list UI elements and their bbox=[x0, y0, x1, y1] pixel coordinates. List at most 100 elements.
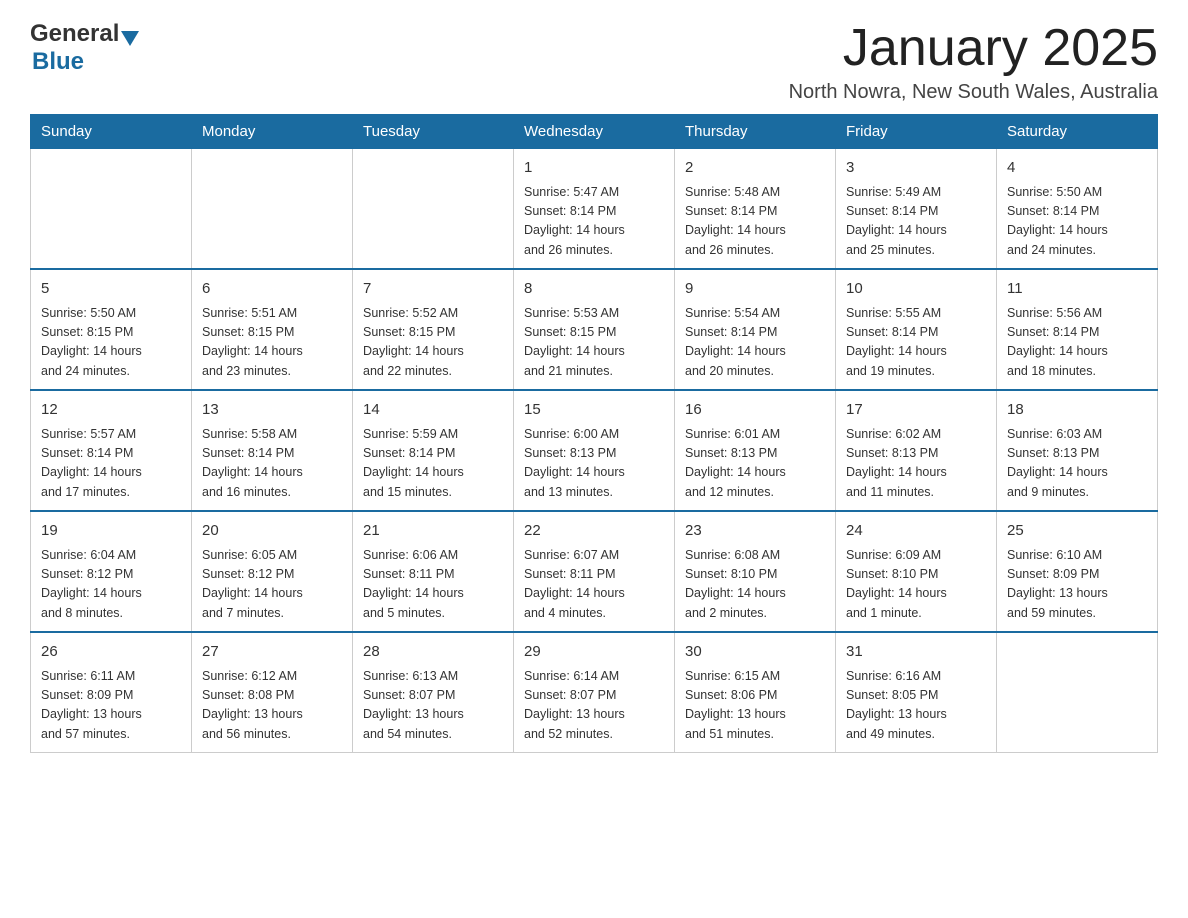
day-info: Sunrise: 5:48 AMSunset: 8:14 PMDaylight:… bbox=[685, 183, 825, 261]
day-info: Sunrise: 6:16 AMSunset: 8:05 PMDaylight:… bbox=[846, 667, 986, 745]
day-info: Sunrise: 5:54 AMSunset: 8:14 PMDaylight:… bbox=[685, 304, 825, 382]
table-row: 9 Sunrise: 5:54 AMSunset: 8:14 PMDaylight… bbox=[675, 269, 836, 390]
col-wednesday: Wednesday bbox=[514, 115, 675, 149]
day-info: Sunrise: 5:47 AMSunset: 8:14 PMDaylight:… bbox=[524, 183, 664, 261]
day-number: 18 bbox=[1007, 399, 1147, 422]
day-number: 17 bbox=[846, 399, 986, 422]
table-row: 28Sunrise: 6:13 AMSunset: 8:07 PMDayligh… bbox=[353, 632, 514, 753]
col-saturday: Saturday bbox=[997, 115, 1158, 149]
table-row: 8 Sunrise: 5:53 AMSunset: 8:15 PMDaylight… bbox=[514, 269, 675, 390]
day-number: 10 bbox=[846, 278, 986, 301]
day-number: 24 bbox=[846, 520, 986, 543]
table-row bbox=[997, 632, 1158, 753]
day-info: Sunrise: 6:15 AMSunset: 8:06 PMDaylight:… bbox=[685, 667, 825, 745]
day-number: 20 bbox=[202, 520, 342, 543]
day-info: Sunrise: 6:07 AMSunset: 8:11 PMDaylight:… bbox=[524, 546, 664, 624]
day-number: 28 bbox=[363, 641, 503, 664]
table-row: 25Sunrise: 6:10 AMSunset: 8:09 PMDayligh… bbox=[997, 511, 1158, 632]
day-number: 27 bbox=[202, 641, 342, 664]
table-row: 26 Sunrise: 6:11 AMSunset: 8:09 PMDayligh… bbox=[31, 632, 192, 753]
col-thursday: Thursday bbox=[675, 115, 836, 149]
page-header: General Blue January 2025 North Nowra, N… bbox=[30, 20, 1158, 104]
day-number: 11 bbox=[1007, 278, 1147, 301]
day-number: 29 bbox=[524, 641, 664, 664]
table-row: 21 Sunrise: 6:06 AMSunset: 8:11 PMDayligh… bbox=[353, 511, 514, 632]
table-row: 15Sunrise: 6:00 AMSunset: 8:13 PMDayligh… bbox=[514, 390, 675, 511]
day-number: 9 bbox=[685, 278, 825, 301]
col-tuesday: Tuesday bbox=[353, 115, 514, 149]
day-info: Sunrise: 6:06 AMSunset: 8:11 PMDaylight:… bbox=[363, 546, 503, 624]
day-number: 4 bbox=[1007, 157, 1147, 180]
day-info: Sunrise: 5:57 AMSunset: 8:14 PMDaylight:… bbox=[41, 425, 181, 503]
table-row: 14 Sunrise: 5:59 AMSunset: 8:14 PMDayligh… bbox=[353, 390, 514, 511]
day-info: Sunrise: 5:56 AMSunset: 8:14 PMDaylight:… bbox=[1007, 304, 1147, 382]
day-number: 7 bbox=[363, 278, 503, 301]
day-number: 25 bbox=[1007, 520, 1147, 543]
calendar-week-row: 5Sunrise: 5:50 AMSunset: 8:15 PMDaylight… bbox=[31, 269, 1158, 390]
day-number: 31 bbox=[846, 641, 986, 664]
table-row: 16Sunrise: 6:01 AMSunset: 8:13 PMDayligh… bbox=[675, 390, 836, 511]
table-row bbox=[192, 149, 353, 270]
day-info: Sunrise: 5:49 AMSunset: 8:14 PMDaylight:… bbox=[846, 183, 986, 261]
logo-blue-text: Blue bbox=[32, 48, 84, 75]
day-info: Sunrise: 6:11 AMSunset: 8:09 PMDaylight:… bbox=[41, 667, 181, 745]
day-info: Sunrise: 6:05 AMSunset: 8:12 PMDaylight:… bbox=[202, 546, 342, 624]
day-info: Sunrise: 6:14 AMSunset: 8:07 PMDaylight:… bbox=[524, 667, 664, 745]
table-row: 5Sunrise: 5:50 AMSunset: 8:15 PMDaylight… bbox=[31, 269, 192, 390]
table-row: 12 Sunrise: 5:57 AMSunset: 8:14 PMDayligh… bbox=[31, 390, 192, 511]
day-info: Sunrise: 6:09 AMSunset: 8:10 PMDaylight:… bbox=[846, 546, 986, 624]
day-info: Sunrise: 6:04 AMSunset: 8:12 PMDaylight:… bbox=[41, 546, 181, 624]
day-number: 13 bbox=[202, 399, 342, 422]
day-info: Sunrise: 5:59 AMSunset: 8:14 PMDaylight:… bbox=[363, 425, 503, 503]
day-number: 1 bbox=[524, 157, 664, 180]
day-number: 19 bbox=[41, 520, 181, 543]
table-row: 10 Sunrise: 5:55 AMSunset: 8:14 PMDayligh… bbox=[836, 269, 997, 390]
logo-triangle-icon bbox=[121, 31, 139, 46]
calendar-header-row: Sunday Monday Tuesday Wednesday Thursday… bbox=[31, 115, 1158, 149]
day-info: Sunrise: 5:50 AMSunset: 8:15 PMDaylight:… bbox=[41, 304, 181, 382]
day-number: 21 bbox=[363, 520, 503, 543]
title-block: January 2025 North Nowra, New South Wale… bbox=[789, 20, 1158, 104]
table-row: 1 Sunrise: 5:47 AMSunset: 8:14 PMDaylight… bbox=[514, 149, 675, 270]
day-info: Sunrise: 5:55 AMSunset: 8:14 PMDaylight:… bbox=[846, 304, 986, 382]
month-title: January 2025 bbox=[789, 20, 1158, 77]
day-number: 14 bbox=[363, 399, 503, 422]
day-info: Sunrise: 5:50 AMSunset: 8:14 PMDaylight:… bbox=[1007, 183, 1147, 261]
day-number: 23 bbox=[685, 520, 825, 543]
table-row: 2 Sunrise: 5:48 AMSunset: 8:14 PMDaylight… bbox=[675, 149, 836, 270]
table-row: 19 Sunrise: 6:04 AMSunset: 8:12 PMDayligh… bbox=[31, 511, 192, 632]
table-row: 27Sunrise: 6:12 AMSunset: 8:08 PMDayligh… bbox=[192, 632, 353, 753]
table-row: 22Sunrise: 6:07 AMSunset: 8:11 PMDayligh… bbox=[514, 511, 675, 632]
day-number: 30 bbox=[685, 641, 825, 664]
logo-general-text: General bbox=[30, 20, 119, 48]
location-subtitle: North Nowra, New South Wales, Australia bbox=[789, 81, 1158, 104]
table-row: 20 Sunrise: 6:05 AMSunset: 8:12 PMDayligh… bbox=[192, 511, 353, 632]
col-monday: Monday bbox=[192, 115, 353, 149]
day-info: Sunrise: 5:58 AMSunset: 8:14 PMDaylight:… bbox=[202, 425, 342, 503]
table-row: 23 Sunrise: 6:08 AMSunset: 8:10 PMDayligh… bbox=[675, 511, 836, 632]
logo: General Blue bbox=[30, 20, 139, 76]
day-info: Sunrise: 5:51 AMSunset: 8:15 PMDaylight:… bbox=[202, 304, 342, 382]
table-row: 11 Sunrise: 5:56 AMSunset: 8:14 PMDayligh… bbox=[997, 269, 1158, 390]
day-info: Sunrise: 5:53 AMSunset: 8:15 PMDaylight:… bbox=[524, 304, 664, 382]
day-number: 3 bbox=[846, 157, 986, 180]
day-number: 26 bbox=[41, 641, 181, 664]
calendar-week-row: 1 Sunrise: 5:47 AMSunset: 8:14 PMDaylight… bbox=[31, 149, 1158, 270]
calendar-week-row: 12 Sunrise: 5:57 AMSunset: 8:14 PMDayligh… bbox=[31, 390, 1158, 511]
day-number: 6 bbox=[202, 278, 342, 301]
table-row: 18Sunrise: 6:03 AMSunset: 8:13 PMDayligh… bbox=[997, 390, 1158, 511]
day-number: 2 bbox=[685, 157, 825, 180]
day-number: 8 bbox=[524, 278, 664, 301]
table-row: 3 Sunrise: 5:49 AMSunset: 8:14 PMDaylight… bbox=[836, 149, 997, 270]
calendar-table: Sunday Monday Tuesday Wednesday Thursday… bbox=[30, 114, 1158, 753]
table-row: 13 Sunrise: 5:58 AMSunset: 8:14 PMDayligh… bbox=[192, 390, 353, 511]
table-row: 7 Sunrise: 5:52 AMSunset: 8:15 PMDaylight… bbox=[353, 269, 514, 390]
day-info: Sunrise: 6:08 AMSunset: 8:10 PMDaylight:… bbox=[685, 546, 825, 624]
calendar-week-row: 19 Sunrise: 6:04 AMSunset: 8:12 PMDayligh… bbox=[31, 511, 1158, 632]
day-number: 12 bbox=[41, 399, 181, 422]
calendar-week-row: 26 Sunrise: 6:11 AMSunset: 8:09 PMDayligh… bbox=[31, 632, 1158, 753]
day-info: Sunrise: 5:52 AMSunset: 8:15 PMDaylight:… bbox=[363, 304, 503, 382]
day-info: Sunrise: 6:02 AMSunset: 8:13 PMDaylight:… bbox=[846, 425, 986, 503]
day-number: 16 bbox=[685, 399, 825, 422]
table-row: 17 Sunrise: 6:02 AMSunset: 8:13 PMDayligh… bbox=[836, 390, 997, 511]
